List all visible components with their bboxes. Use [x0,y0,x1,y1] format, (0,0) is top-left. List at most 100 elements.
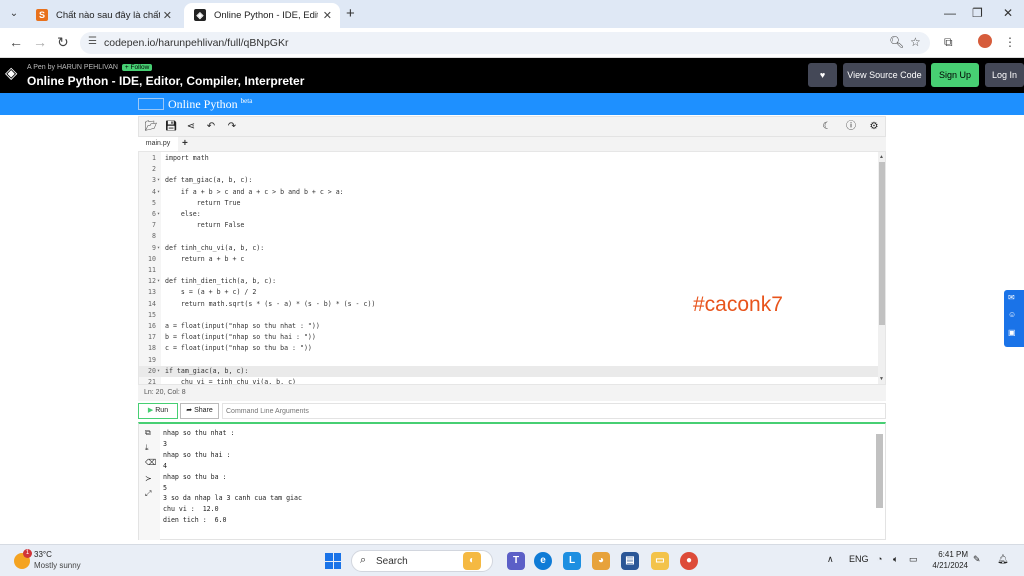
download-icon[interactable]: ⤓ [145,443,149,453]
undo-icon[interactable]: ↶ [202,120,220,134]
share-icon[interactable]: ⋖ [182,120,200,134]
notification-bell-icon[interactable]: 🔔︎ [997,554,1008,565]
chrome-icon[interactable]: ● [680,552,698,570]
clock-date[interactable]: 4/21/2024 [924,561,968,570]
volume-icon[interactable]: 🔈︎ [893,554,898,565]
expand-icon[interactable]: ⤢ [145,489,151,499]
restore-icon[interactable]: ❐ [972,6,983,20]
settings-gear-icon[interactable]: ⚙ [865,120,883,134]
minimize-icon[interactable]: — [944,6,956,20]
tab-search-chevron-icon[interactable]: ⌄ [6,6,22,22]
clear-eraser-icon[interactable]: ⌫ [145,458,156,467]
lightshot-icon[interactable]: L [563,552,581,570]
site-info-icon[interactable]: ☰ [88,36,97,47]
share-button[interactable]: ➦ Share [180,403,219,419]
browser-toolbar: ← → ↻ ☰ codepen.io/harunpehlivan/full/qB… [0,28,1024,58]
editor-scrollbar-thumb[interactable] [879,162,885,325]
browser-menu-icon[interactable]: ⋮ [1004,35,1016,49]
profile-avatar[interactable] [978,34,992,48]
add-file-icon[interactable]: + [182,137,188,151]
console-panel[interactable]: ⧉ ⤓ ⌫ ≻ ⤢ nhap so thu nhat : 3 nhap so t… [138,422,886,540]
edge-icon[interactable]: e [534,552,552,570]
fold-arrow-icon[interactable]: ▾ [157,366,160,377]
reload-icon[interactable]: ↻ [57,34,69,51]
battery-icon[interactable]: ▭ [909,554,918,565]
cat-app-icon[interactable]: ◕ [592,552,610,570]
widget-app-icon[interactable]: ◐ [463,552,481,570]
dark-mode-icon[interactable]: ☾ [818,120,836,134]
code-line[interactable]: 17 b = float(input("nhap so thu hai : ")) [139,332,879,343]
code-line[interactable]: 3 ▾ def tam_giac(a, b, c): [139,175,879,186]
store-icon[interactable]: ▤ [621,552,639,570]
codepen-logo-icon[interactable]: ◈ [5,65,23,83]
forward-icon[interactable]: → [33,34,47,50]
code-text: s = (a + b + c) / 2 [165,288,257,297]
fold-arrow-icon[interactable]: ▾ [157,187,160,198]
command-args-input[interactable] [222,403,886,419]
windows-start-icon[interactable] [325,553,341,569]
code-line[interactable]: 21 chu_vi = tinh_chu_vi(a, b, c) [139,377,879,384]
file-explorer-icon[interactable]: ▭ [651,552,669,570]
info-icon[interactable]: ⓘ [842,120,860,134]
teams-icon[interactable]: T [507,552,525,570]
file-tab-main[interactable]: main.py [138,137,178,151]
code-line[interactable]: 5 return True [139,198,879,209]
follow-button[interactable]: + Follow [121,64,153,71]
code-line[interactable]: 19 [139,355,879,366]
copilot-icon[interactable]: ✎ [973,554,981,565]
wifi-icon[interactable]: ◔ [877,554,882,564]
address-bar[interactable]: ☰ codepen.io/harunpehlivan/full/qBNpGKr [80,32,930,54]
code-line[interactable]: 16 a = float(input("nhap so thu nhat : ")… [139,321,879,332]
heart-button[interactable]: ♥ [808,63,837,87]
tray-chevron-icon[interactable]: ∧ [827,554,834,565]
code-editor[interactable]: 1 import math 2 3 ▾ def tam_giac(a, b, c): 4 ▾ … [138,151,886,385]
run-controls: ▶ Run ➦ Share [138,403,886,419]
code-line[interactable]: 7 return False [139,220,879,231]
code-line[interactable]: 2 [139,164,879,175]
terminal-icon[interactable]: ≻ [145,474,152,483]
fold-arrow-icon[interactable]: ▾ [157,209,160,220]
cursor-status: Ln: 20, Col: 8 [138,385,886,401]
browser-tab-active[interactable]: ◈ Online Python - IDE, Editor, Co ✕ [184,3,340,28]
fold-arrow-icon[interactable]: ▾ [157,276,160,287]
tab-close-icon[interactable]: ✕ [163,9,172,22]
window-close-icon[interactable]: ✕ [1003,6,1013,20]
open-folder-icon[interactable]: 📂︎ [142,120,160,134]
view-source-button[interactable]: View Source Code [843,63,926,87]
extensions-icon[interactable]: ⧉ [944,35,953,50]
code-line[interactable]: 4 ▾ if a + b > c and a + c > b and b + c … [139,187,879,198]
clock-time[interactable]: 6:41 PM [930,550,968,559]
browser-tab-inactive[interactable]: S Chất nào sau đây là chất rắn ở ✕ [26,3,180,28]
code-line[interactable]: 18 c = float(input("nhap so thu ba : ")) [139,343,879,354]
run-button[interactable]: ▶ Run [138,403,178,419]
tab-close-icon[interactable]: ✕ [323,9,332,22]
scroll-up-icon[interactable]: ▲ [879,154,884,160]
input-language[interactable]: ENG [849,554,869,564]
back-icon[interactable]: ← [9,34,23,50]
redo-icon[interactable]: ↷ [223,120,241,134]
side-feedback-widget[interactable]: ✉ ☺ ▣ [1004,290,1024,347]
chat-bot-icon: ☺ [1008,310,1017,319]
bookmark-star-icon[interactable]: ☆ [910,35,921,49]
code-line[interactable]: 8 [139,231,879,242]
code-line[interactable]: 20 ▾ if tam_giac(a, b, c): [139,365,879,377]
code-line[interactable]: 6 ▾ else: [139,209,879,220]
new-tab-icon[interactable]: + [346,5,355,22]
scroll-down-icon[interactable]: ▼ [879,376,884,382]
line-number: 8 [152,232,156,241]
code-line[interactable]: 9 ▾ def tinh_chu_vi(a, b, c): [139,243,879,254]
code-line[interactable]: 10 return a + b + c [139,254,879,265]
signup-button[interactable]: Sign Up [931,63,979,87]
fold-arrow-icon[interactable]: ▾ [157,175,160,186]
temperature: 33°C [34,550,52,559]
save-icon[interactable]: 💾︎ [162,120,180,134]
login-button[interactable]: Log In [985,63,1024,87]
author-link[interactable]: HARUN PEHLIVAN [57,64,118,71]
code-line[interactable]: 12 ▾ def tinh_dien_tich(a, b, c): [139,276,879,287]
fold-arrow-icon[interactable]: ▾ [157,243,160,254]
code-line[interactable]: 1 import math [139,153,879,164]
copy-icon[interactable]: ⧉ [145,428,151,438]
zoom-icon[interactable]: 🔍︎ [889,35,904,49]
console-scrollbar[interactable] [876,434,883,508]
code-line[interactable]: 11 [139,265,879,276]
